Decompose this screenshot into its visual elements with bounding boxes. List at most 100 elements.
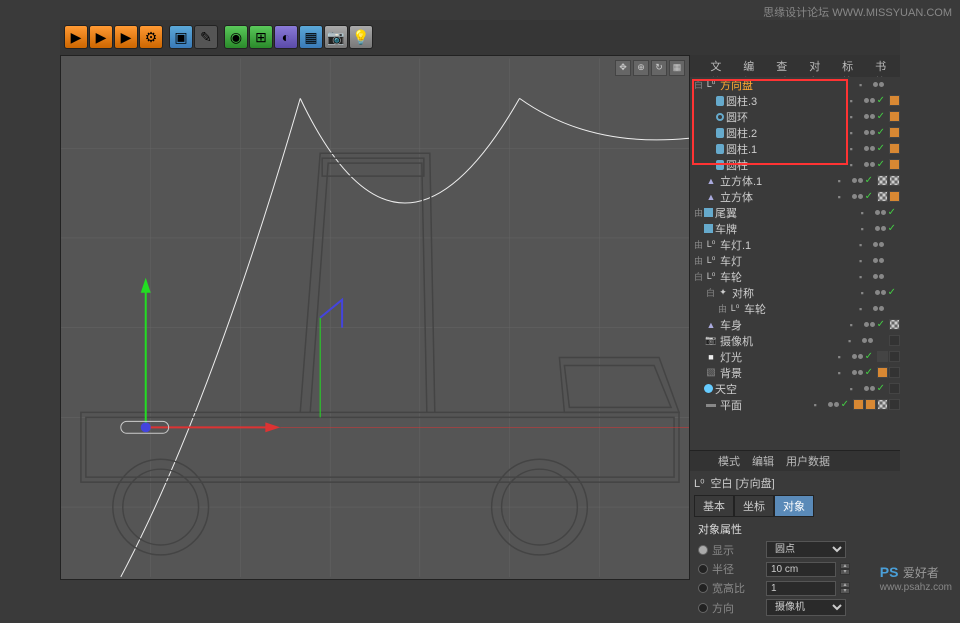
subtab-basic[interactable]: 基本 xyxy=(694,495,734,517)
layer-icon[interactable]: ▪ xyxy=(850,320,864,330)
layer-icon[interactable]: ▪ xyxy=(861,288,875,298)
layer-icon[interactable]: ▪ xyxy=(838,176,852,186)
display-radio[interactable] xyxy=(698,545,708,555)
vp-layout-icon[interactable]: ▦ xyxy=(669,60,685,76)
enable-tick[interactable]: ✓ xyxy=(888,207,896,218)
tag-icon[interactable] xyxy=(889,127,900,138)
expand-toggle[interactable]: 白 xyxy=(694,270,704,283)
object-row-20[interactable]: 平面 ▪ ✓ xyxy=(690,397,900,413)
vp-zoom-icon[interactable]: ⊕ xyxy=(633,60,649,76)
layer-icon[interactable]: ▪ xyxy=(848,336,862,346)
tag-icon[interactable] xyxy=(889,191,900,202)
object-row-19[interactable]: 天空 ▪ ✓ xyxy=(690,381,900,397)
visibility-dots[interactable] xyxy=(875,290,886,295)
layer-icon[interactable]: ▪ xyxy=(850,112,864,122)
tag-icon[interactable] xyxy=(889,111,900,122)
tag-icon[interactable] xyxy=(877,367,888,378)
orient-radio[interactable] xyxy=(698,603,708,613)
object-row-9[interactable]: 车牌 ▪ ✓ xyxy=(690,221,900,237)
vp-rotate-icon[interactable]: ↻ xyxy=(651,60,667,76)
enable-tick[interactable]: ✓ xyxy=(877,159,885,170)
attr-tab-edit[interactable]: 编辑 xyxy=(752,453,774,469)
object-row-11[interactable]: 由 车灯 ▪ xyxy=(690,253,900,269)
layer-icon[interactable]: ▪ xyxy=(838,192,852,202)
layer-icon[interactable]: ▪ xyxy=(861,224,875,234)
visibility-dots[interactable] xyxy=(862,338,873,343)
object-row-16[interactable]: 摄像机 ▪ xyxy=(690,333,900,349)
render-btn-1[interactable]: ▶ xyxy=(64,25,88,49)
attr-tab-mode[interactable]: 模式 xyxy=(718,453,740,469)
object-row-13[interactable]: 白 对称 ▪ ✓ xyxy=(690,285,900,301)
tag-icon[interactable] xyxy=(889,383,900,394)
tag-icon[interactable] xyxy=(889,351,900,362)
radius-spinner[interactable]: ▴▾ xyxy=(840,563,850,575)
visibility-dots[interactable] xyxy=(864,114,875,119)
visibility-dots[interactable] xyxy=(873,274,884,279)
expand-toggle[interactable]: 白 xyxy=(694,78,704,91)
render-btn-2[interactable]: ▶ xyxy=(89,25,113,49)
object-row-18[interactable]: 背景 ▪ ✓ xyxy=(690,365,900,381)
camera-btn[interactable]: 📷 xyxy=(324,25,348,49)
object-row-1[interactable]: 圆柱.3 ▪ ✓ xyxy=(690,93,900,109)
tag-icon[interactable] xyxy=(889,143,900,154)
pen-tool-btn[interactable]: ✎ xyxy=(194,25,218,49)
layer-icon[interactable]: ▪ xyxy=(850,384,864,394)
visibility-dots[interactable] xyxy=(864,146,875,151)
tag-icon[interactable] xyxy=(889,367,900,378)
object-row-6[interactable]: 立方体.1 ▪ ✓ xyxy=(690,173,900,189)
visibility-dots[interactable] xyxy=(852,354,863,359)
enable-tick[interactable]: ✓ xyxy=(877,143,885,154)
tag-icon[interactable] xyxy=(889,95,900,106)
visibility-dots[interactable] xyxy=(852,194,863,199)
expand-toggle[interactable]: 由 xyxy=(694,254,704,267)
layer-icon[interactable]: ▪ xyxy=(850,128,864,138)
visibility-dots[interactable] xyxy=(873,306,884,311)
enable-tick[interactable]: ✓ xyxy=(888,287,896,298)
object-row-12[interactable]: 白 车轮 ▪ xyxy=(690,269,900,285)
radius-radio[interactable] xyxy=(698,564,708,574)
object-row-3[interactable]: 圆柱.2 ▪ ✓ xyxy=(690,125,900,141)
layer-icon[interactable]: ▪ xyxy=(814,400,828,410)
object-row-15[interactable]: 车身 ▪ ✓ xyxy=(690,317,900,333)
layer-icon[interactable]: ▪ xyxy=(850,144,864,154)
array-btn[interactable]: ⊞ xyxy=(249,25,273,49)
aspect-input[interactable] xyxy=(766,581,836,596)
expand-toggle[interactable]: 由 xyxy=(694,206,704,219)
render-settings-btn[interactable]: ⚙ xyxy=(139,25,163,49)
object-row-17[interactable]: 灯光 ▪ ✓ xyxy=(690,349,900,365)
tag-icon[interactable] xyxy=(889,319,900,330)
enable-tick[interactable]: ✓ xyxy=(877,111,885,122)
tag-icon[interactable] xyxy=(889,399,900,410)
light-btn[interactable]: 💡 xyxy=(349,25,373,49)
visibility-dots[interactable] xyxy=(875,210,886,215)
render-btn-3[interactable]: ▶ xyxy=(114,25,138,49)
tag-icon[interactable] xyxy=(877,399,888,410)
visibility-dots[interactable] xyxy=(873,258,884,263)
layer-icon[interactable]: ▪ xyxy=(838,368,852,378)
visibility-dots[interactable] xyxy=(864,322,875,327)
enable-tick[interactable]: ✓ xyxy=(865,175,873,186)
visibility-dots[interactable] xyxy=(852,370,863,375)
tab-view[interactable]: 查看 xyxy=(768,55,801,77)
visibility-dots[interactable] xyxy=(864,98,875,103)
environment-btn[interactable]: ▦ xyxy=(299,25,323,49)
aspect-spinner[interactable]: ▴▾ xyxy=(840,582,850,594)
visibility-dots[interactable] xyxy=(828,402,839,407)
layer-icon[interactable]: ▪ xyxy=(859,256,873,266)
layer-icon[interactable]: ▪ xyxy=(859,80,873,90)
layer-icon[interactable]: ▪ xyxy=(838,352,852,362)
tag-icon[interactable] xyxy=(877,175,888,186)
layer-icon[interactable]: ▪ xyxy=(850,160,864,170)
enable-tick[interactable]: ✓ xyxy=(865,367,873,378)
object-manager[interactable]: 白 方向盘 ▪ 圆柱.3 ▪ ✓ 圆环 ▪ ✓ 圆柱.2 ▪ xyxy=(690,77,900,450)
layer-icon[interactable]: ▪ xyxy=(861,208,875,218)
expand-toggle[interactable]: 白 xyxy=(706,286,716,299)
visibility-dots[interactable] xyxy=(864,130,875,135)
tab-bookmarks[interactable]: 书签 xyxy=(867,55,900,77)
enable-tick[interactable]: ✓ xyxy=(865,351,873,362)
layer-icon[interactable]: ▪ xyxy=(850,96,864,106)
aspect-radio[interactable] xyxy=(698,583,708,593)
object-row-5[interactable]: 圆柱 ▪ ✓ xyxy=(690,157,900,173)
visibility-dots[interactable] xyxy=(852,178,863,183)
enable-tick[interactable]: ✓ xyxy=(877,127,885,138)
